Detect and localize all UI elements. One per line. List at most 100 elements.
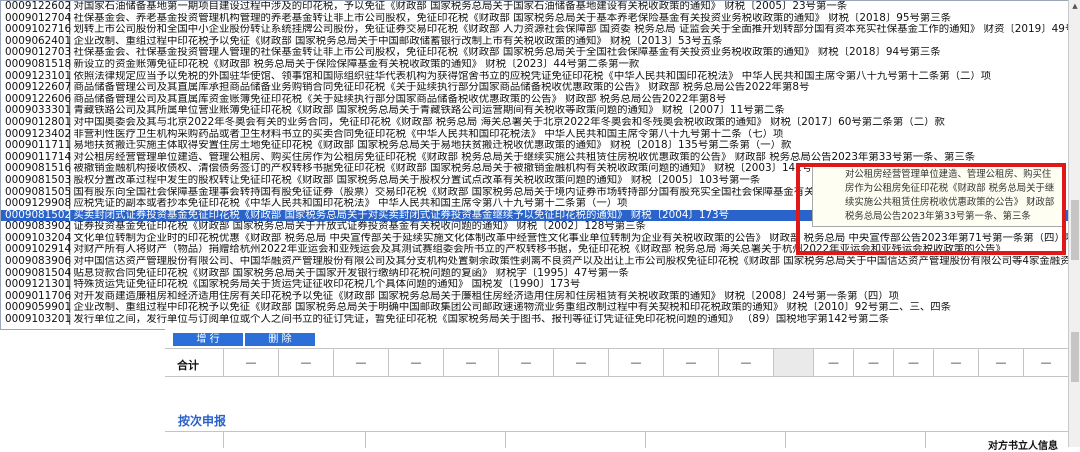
total-cell: — [853,349,893,376]
option-separator: | [68,1,72,12]
option-text: 非营利性医疗卫生机构采购药品或者卫生材料书立的买卖合同免征印花税《中华人民共和国… [73,128,784,140]
option-separator: | [68,70,72,82]
option-separator: | [68,279,72,291]
option-code: 0009081502 [5,209,72,221]
dropdown-option[interactable]: 0009122602| 对国家石油储备基地第一期项目建设过程中涉及的印花税，予以免… [1,1,1069,13]
dropdown-option[interactable]: 0009081504| 贴息贷款合同免征印花税《财政部 国家税务总局关于国家开发银… [1,268,1069,280]
delete-button[interactable]: 删 除 [245,333,315,346]
dropdown-option[interactable]: 0009121301| 特殊货运凭证免征印花税《国家税务局关于货运凭证征收印花税几… [1,279,1069,291]
option-separator: | [68,58,72,70]
option-code: 0009081503 [5,174,72,186]
option-separator: | [68,186,72,198]
total-row: 合计 — — — — — — — — — — — — — — — — [165,348,1068,377]
dropdown-option[interactable]: 0009011714| 对公租房经营管理单位建造、管理公租房、购买住房作为公租房免… [1,152,1069,164]
option-separator: | [68,116,72,128]
dropdown-option[interactable]: 0009059901| 企业改制、重组过程中印花税予以免征《财政部 国家税务总局关… [1,302,1069,314]
option-separator: | [68,198,72,210]
dropdown-option[interactable]: 0009103201| 发行单位之间，发行单位与订阅单位或个人之间书立的征订凭证，… [1,314,1069,326]
dropdown-option[interactable]: 0009123402| 非营利性医疗卫生机构采购药品或者卫生材料书立的买卖合同免征… [1,129,1069,141]
total-label: 合计 [177,359,199,372]
total-cell: — [1023,349,1068,376]
dropdown-option[interactable]: 0009012703| 社保基金会、社保基金投资管理人管理的社保基金转让非上市公司… [1,47,1069,59]
option-text: 商品储备管理公司及其直属库承担商品储备业务购销合同免征印花税《关于延续执行部分国… [73,82,810,94]
option-code: 0009103204 [5,232,72,244]
option-text: 商品储备管理公司及其直属库资金账簿免征印花税《关于延续执行部分国家商品储备税收优… [73,93,727,105]
option-code: 0009122607 [5,82,72,94]
option-text: 股权分置改革过程中发生的股权转让免征印花税《财政部 国家税务总局关于股权分置试点… [73,174,761,186]
option-separator: | [68,12,72,24]
option-code: 0009062401 [5,35,72,47]
dropdown-option[interactable]: 0009122606| 商品储备管理公司及其直属库资金账簿免征印花税《关于延续执行… [1,94,1069,106]
table-divider [223,432,224,448]
total-cell: — [223,349,278,376]
option-code: 0009011711 [5,140,72,152]
option-separator: | [68,47,72,59]
total-cell: — [718,349,773,376]
option-text: 易地扶贫搬迁实施主体取得安置住房土地免征印花税《财政部 国家税务总局关于易地扶贫… [73,140,792,152]
dropdown-option[interactable]: 0009012704| 社保基金会、养老基金投资管理机构管理的养老基金转让非上市公… [1,13,1069,25]
section-title: 按次申报 [178,414,227,428]
table-divider [645,432,646,448]
total-cell: — [813,349,853,376]
dropdown-option[interactable]: 0009102716| 划转上市公司股份和全国中小企业股份转让系统挂牌公司股份，免… [1,24,1069,36]
option-text: 应税凭证的副本或者抄本免征印花税《中华人民共和国印花税法》 中华人民共和国主席令… [73,198,628,210]
option-text: 企业改制、重组过程中印花税予以免征《财政部 国家税务总局关于中国邮政储蓄银行改制… [73,35,723,47]
option-separator: | [68,174,72,186]
option-code: 0009081504 [5,267,72,279]
page-scrollbar-thumb[interactable] [1071,332,1079,382]
option-separator: | [68,93,72,105]
option-separator: | [68,163,72,175]
option-code: 0009081516 [5,163,72,175]
option-separator: | [68,151,72,163]
table-header-row: 对方书立人信息 [165,431,1068,452]
option-separator: | [68,232,72,244]
dropdown-option[interactable]: 0009122607| 商品储备管理公司及其直属库承担商品储备业务购销合同免征印花… [1,82,1069,94]
dropdown-option[interactable]: 0009011706| 对开发商建造廉租房和经济适用住房有关印花税予以免征《财政部… [1,291,1069,303]
table-divider [365,432,366,448]
table-divider [925,432,926,448]
option-text: 被撤销金融机构接收债权、清偿债务签订的产权转移书据免征印花税《财政部 国家税务总… [73,163,875,175]
option-text: 新设立的资金账簿免征印花税《财政部 税务总局关于保险保障基金有关税收政策的通知》… [73,58,640,70]
option-separator: | [68,128,72,140]
option-text: 对公租房经营管理单位建造、管理公租房、购买住房作为公租房免征印花税《财政部 税务… [73,151,976,163]
option-code: 0009011706 [5,290,72,302]
option-code: 0009012703 [5,47,72,59]
total-cell: — [933,349,978,376]
dropdown-option[interactable]: 0009033301| 青藏铁路公司及其所属单位营业账簿免征印花税《财政部 国家税… [1,105,1069,117]
dropdown-option[interactable]: 0009123101| 依照法律规定应当予以免税的外国驻华使馆、领事馆和国际组织驻… [1,71,1069,83]
option-code: 0009122602 [5,1,72,12]
option-text: 依照法律规定应当予以免税的外国驻华使馆、领事馆和国际组织驻华代表机构为获得馆舍书… [73,70,992,82]
scrollbar-thumb[interactable] [1071,200,1079,260]
scroll-up-arrow-icon[interactable]: ▲ [1069,0,1080,12]
total-cell: — [663,349,718,376]
declaration-form: 增 行 删 除 合计 — — — — — — — — — — — — — — —… [165,328,1068,452]
option-text: 特殊货运凭证免征印花税《国家税务局关于货运凭证征收印花税几个具体问题的通知》 国… [73,279,581,291]
option-code: 0009012704 [5,12,72,24]
option-code: 0009083902 [5,221,72,233]
total-cell: — [608,349,663,376]
option-text: 社保基金会、养老基金投资管理机构管理的养老基金转让非上市公司股权，免征印花税《财… [73,12,952,24]
dropdown-option[interactable]: 0009012801| 对中国奥委会及其与北京2022年冬奥会有关的业务合同，免征… [1,117,1069,129]
dropdown-option[interactable]: 0009083906| 对中国信达资产管理股份有限公司、中国华融资产管理股份有限公… [1,256,1069,268]
option-code: 0009011714 [5,151,72,163]
dropdown-option[interactable]: 0009081518| 新设立的资金账簿免征印花税《财政部 税务总局关于保险保障基… [1,59,1069,71]
option-text: 对开发商建造廉租房和经济适用住房有关印花税予以免征《财政部 国家税务总局关于廉租… [73,290,900,302]
option-text: 证券投资基金免征印花税《财政部 国家税务总局关于开放式证券投资基金有关税收问题的… [73,221,646,233]
total-cell: — [278,349,333,376]
option-code: 0009102716 [5,24,72,36]
option-separator: | [68,314,72,326]
option-separator: | [68,256,72,268]
option-text: 对国家石油储备基地第一期项目建设过程中涉及的印花税，予以免征《财政部 国家税务总… [73,1,848,12]
add-row-button[interactable]: 增 行 [173,333,243,346]
option-code: 0009122606 [5,93,72,105]
page-scrollbar[interactable] [1068,328,1080,447]
dropdown-option[interactable]: 0009062401| 企业改制、重组过程中印花税予以免征《财政部 国家税务总局关… [1,36,1069,48]
total-cell: — [333,349,388,376]
option-text: 贴息贷款合同免征印花税《财政部 国家税务总局关于国家开发银行缴纳印花税问题的复函… [73,267,629,279]
option-code: 0009129908 [5,198,72,210]
dropdown-option[interactable]: 0009011711| 易地扶贫搬迁实施主体取得安置住房土地免征印花税《财政部 国… [1,140,1069,152]
total-cell: — [388,349,443,376]
option-code: 0009033301 [5,105,72,117]
total-cell: — [443,349,498,376]
dropdown-scrollbar[interactable]: ▲ [1068,0,1080,328]
